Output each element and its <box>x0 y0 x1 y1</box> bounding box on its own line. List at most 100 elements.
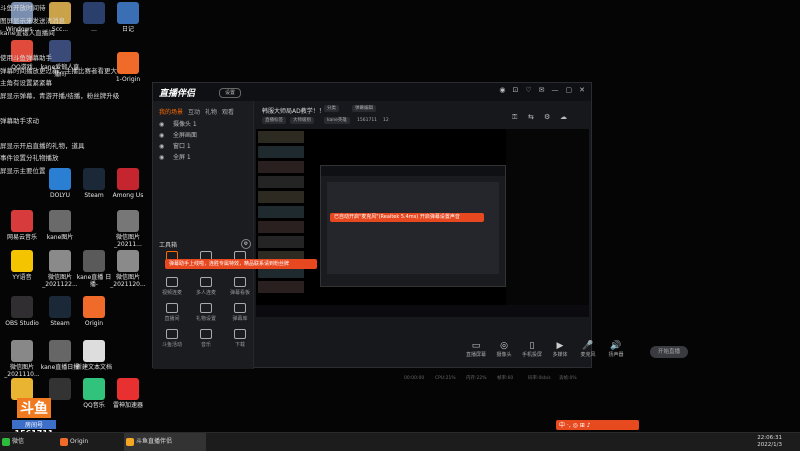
stream-preview[interactable] <box>256 129 589 317</box>
status-item: 丢帧:0% <box>559 376 577 381</box>
microphone-icon: 🎤 <box>582 341 594 351</box>
phone-cast-icon: ▯ <box>529 341 535 351</box>
settings-icon[interactable]: ⚙ <box>544 113 550 121</box>
status-item: CPU:21% <box>435 376 456 381</box>
desktop-icon-label: 微信图片_20211... <box>114 234 142 248</box>
eye-icon[interactable]: ◉ <box>159 141 164 152</box>
minimize-icon[interactable]: — <box>552 86 559 94</box>
desktop-icon[interactable]: OBS Studio <box>2 296 42 327</box>
user-avatar-icon[interactable]: ◉ <box>499 86 505 94</box>
control-label: 麦克风 <box>580 352 596 358</box>
eye-icon[interactable]: ◉ <box>159 152 164 163</box>
room-logo: 斗鱼 房间号 1561711 <box>12 398 56 432</box>
control-button[interactable]: ▶ 多媒体 <box>546 341 574 358</box>
tool-label: 礼物设置 <box>195 316 216 322</box>
overlay-line: 主角有设置紧紧幕 <box>0 79 52 87</box>
tool-item[interactable]: 弹幕看板 <box>227 277 253 296</box>
room-info-pill[interactable]: 弹幕编辑 <box>352 105 376 112</box>
room-info-pill[interactable]: 直播标签 <box>262 117 286 124</box>
tool-item[interactable]: 直播间 <box>159 303 185 322</box>
taskbar: 微信 Origin 斗鱼直播伴侣 22:06:31 2022/1/3 <box>0 432 800 451</box>
message-icon[interactable]: ✉ <box>539 86 545 94</box>
tool-item[interactable]: 音乐 <box>193 329 219 348</box>
desktop-icon-image <box>83 340 105 362</box>
desktop-icon[interactable]: 雷神加速器 <box>108 378 148 409</box>
room-info-pill[interactable]: 分类 <box>324 105 339 112</box>
desktop-icon[interactable]: Origin <box>74 296 114 327</box>
tool-item[interactable]: 斗鱼活动 <box>159 329 185 348</box>
control-button[interactable]: ▯ 手机投屏 <box>518 341 546 358</box>
swap-icon[interactable]: ⇆ <box>528 113 534 121</box>
speaker-icon: 🔊 <box>610 341 622 351</box>
room-label: 房间号 <box>12 420 56 429</box>
control-button[interactable]: ▭ 直播屏幕 <box>462 341 490 358</box>
heart-icon[interactable]: ♡ <box>525 86 531 94</box>
live-companion-window[interactable]: 直播伴侣 设置 ◉ ⊡ ♡ ✉ — ▢ ✕ 我的场景 互动 礼物 观看 ◉ 摄像头 1 ◉ 全屏画面 ◉ 窗… <box>152 82 688 381</box>
room-info-pill[interactable]: 12 <box>380 117 392 124</box>
taskbar-item[interactable]: 斗鱼直播伴侣 <box>124 433 206 451</box>
control-button[interactable]: 🎤 麦克风 <box>574 341 602 358</box>
title-bar[interactable]: 直播伴侣 设置 ◉ ⊡ ♡ ✉ — ▢ ✕ <box>153 83 591 101</box>
desktop-icon-label: YY语音 <box>12 274 32 281</box>
room-info-pill[interactable]: 1561711 <box>354 117 380 124</box>
desktop-icon[interactable]: 微信图片_2021110... <box>2 340 42 378</box>
overlay-line: kane爱锻人直播间 <box>0 29 55 37</box>
left-tab[interactable]: 互动 <box>188 109 200 116</box>
maximize-icon[interactable]: ▢ <box>566 86 573 94</box>
desktop-icon[interactable]: kane图片 <box>40 210 80 241</box>
tool-item[interactable]: 弹幕库 <box>227 303 253 322</box>
eye-icon[interactable]: ◉ <box>159 130 164 141</box>
scene-item[interactable]: ◉ 窗口 1 <box>159 141 253 152</box>
clock[interactable]: 22:06:31 2022/1/3 <box>757 435 782 449</box>
tools-settings-icon[interactable]: ⚙ <box>241 239 251 249</box>
control-button[interactable]: 🔊 扬声器 <box>602 341 630 358</box>
left-tabs: 我的场景 互动 礼物 观看 <box>153 101 253 116</box>
control-button[interactable]: ◎ 摄像头 <box>490 341 518 358</box>
preview-thumbnail <box>258 236 304 248</box>
settings-badge[interactable]: 设置 <box>219 88 241 98</box>
screen-icon[interactable]: ⊡ <box>512 86 518 94</box>
close-icon[interactable]: ✕ <box>579 86 585 94</box>
scene-item[interactable]: ◉ 全屏画面 <box>159 130 253 141</box>
cloud-icon[interactable]: ☁ <box>560 113 567 121</box>
assistant-toast: 弹幕助手上线啦，连胜专属特效，精品联系请到粉丝牌 <box>165 259 317 269</box>
tool-icon <box>200 277 212 287</box>
scene-item-label: 全屏画面 <box>173 132 198 139</box>
tool-icon <box>200 329 212 339</box>
desktop-icon-image <box>117 168 139 190</box>
tool-item[interactable]: 下载 <box>227 329 253 348</box>
desktop-icon-image <box>11 378 33 400</box>
scene-item[interactable]: ◉ 全屏 1 <box>159 152 253 163</box>
status-bar: 00:00:00 CPU:21% 内存:22% 帧率:60 码率:0kb/s 丢帧:0% <box>254 373 591 385</box>
overlay-line: 屏显示弹幕，青游开播/结播，粉丝牌升级 <box>0 91 120 100</box>
desktop-icon[interactable]: 微信图片_20211... <box>108 210 148 248</box>
desktop-icon-image <box>117 378 139 400</box>
tool-item[interactable]: 视频连麦 <box>159 277 185 296</box>
start-live-button[interactable]: 开始直播 <box>650 346 688 358</box>
status-item: 码率:0kb/s <box>528 376 551 381</box>
room-info-pill[interactable]: kane英雄 <box>324 117 350 124</box>
taskbar-item-label: Origin <box>70 438 89 445</box>
desktop-icon[interactable]: 网易云音乐 <box>2 210 42 241</box>
tool-item[interactable]: 礼物设置 <box>193 303 219 322</box>
room-title[interactable]: 韩服大师局AD教学！！ <box>262 106 325 115</box>
desktop-icon-label: kane图片 <box>46 234 74 241</box>
overlay-line: 斗鱼开放时间待 <box>0 4 46 12</box>
left-tab[interactable]: 我的场景 <box>159 109 183 116</box>
overlay-line: 弹幕时间播放更过新，主播比赛者看更大 <box>0 66 117 75</box>
tool-item[interactable]: 多人连麦 <box>193 277 219 296</box>
scene-item[interactable]: ◉ 摄像头 1 <box>159 119 253 130</box>
trophy-icon[interactable]: ⚿ <box>512 113 517 122</box>
tray-ime[interactable]: 中 ·, ◎ ⊞ ♪ <box>556 420 639 430</box>
desktop-icon[interactable]: YY语音 <box>2 250 42 281</box>
desktop-icon[interactable]: 新建文本文档 <box>74 340 114 371</box>
tool-label: 视频连麦 <box>161 290 182 296</box>
desktop-icon[interactable]: 微信图片_2021120... <box>108 250 148 288</box>
desktop: Windows... Scc...... 日记 QQ游戏 kane爱锻人直播间 1-Ori… <box>0 0 800 432</box>
tool-icon <box>234 277 246 287</box>
desktop-icon-image <box>11 210 33 232</box>
left-tab[interactable]: 观看 <box>222 109 234 116</box>
eye-icon[interactable]: ◉ <box>159 119 164 130</box>
left-tab[interactable]: 礼物 <box>205 109 217 116</box>
room-info-pill[interactable]: 大师级别 <box>290 117 314 124</box>
